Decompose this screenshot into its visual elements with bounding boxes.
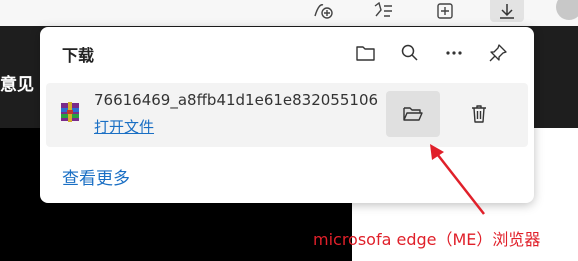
show-in-folder-button[interactable] xyxy=(386,91,440,137)
more-icon[interactable] xyxy=(440,39,468,67)
pin-icon[interactable] xyxy=(484,39,512,67)
archive-file-icon xyxy=(60,101,80,123)
see-more-link[interactable]: 查看更多 xyxy=(62,164,130,189)
download-item[interactable]: 76616469_a8ffb41d1e61e832055106 打开文件 xyxy=(46,83,528,147)
trash-icon xyxy=(472,105,486,123)
panel-title: 下载 xyxy=(62,46,95,65)
favorites-icon[interactable] xyxy=(366,0,400,22)
folder-icon[interactable] xyxy=(352,39,380,67)
open-folder-icon xyxy=(403,107,423,121)
browser-toolbar xyxy=(0,0,578,26)
search-icon[interactable] xyxy=(396,39,424,67)
annotation-arrow xyxy=(430,144,485,215)
open-file-link[interactable]: 打开文件 xyxy=(94,116,154,137)
avatar[interactable] xyxy=(556,0,578,20)
annotation-text: microsofa edge（ME）浏览器 xyxy=(313,230,541,249)
downloads-icon[interactable] xyxy=(490,0,524,22)
collections-icon[interactable] xyxy=(428,0,462,22)
add-favorite-icon[interactable] xyxy=(306,0,340,22)
download-file-name: 76616469_a8ffb41d1e61e832055106 xyxy=(94,91,379,109)
page-partial-text: 意见 xyxy=(0,75,34,95)
delete-button[interactable] xyxy=(452,91,506,137)
